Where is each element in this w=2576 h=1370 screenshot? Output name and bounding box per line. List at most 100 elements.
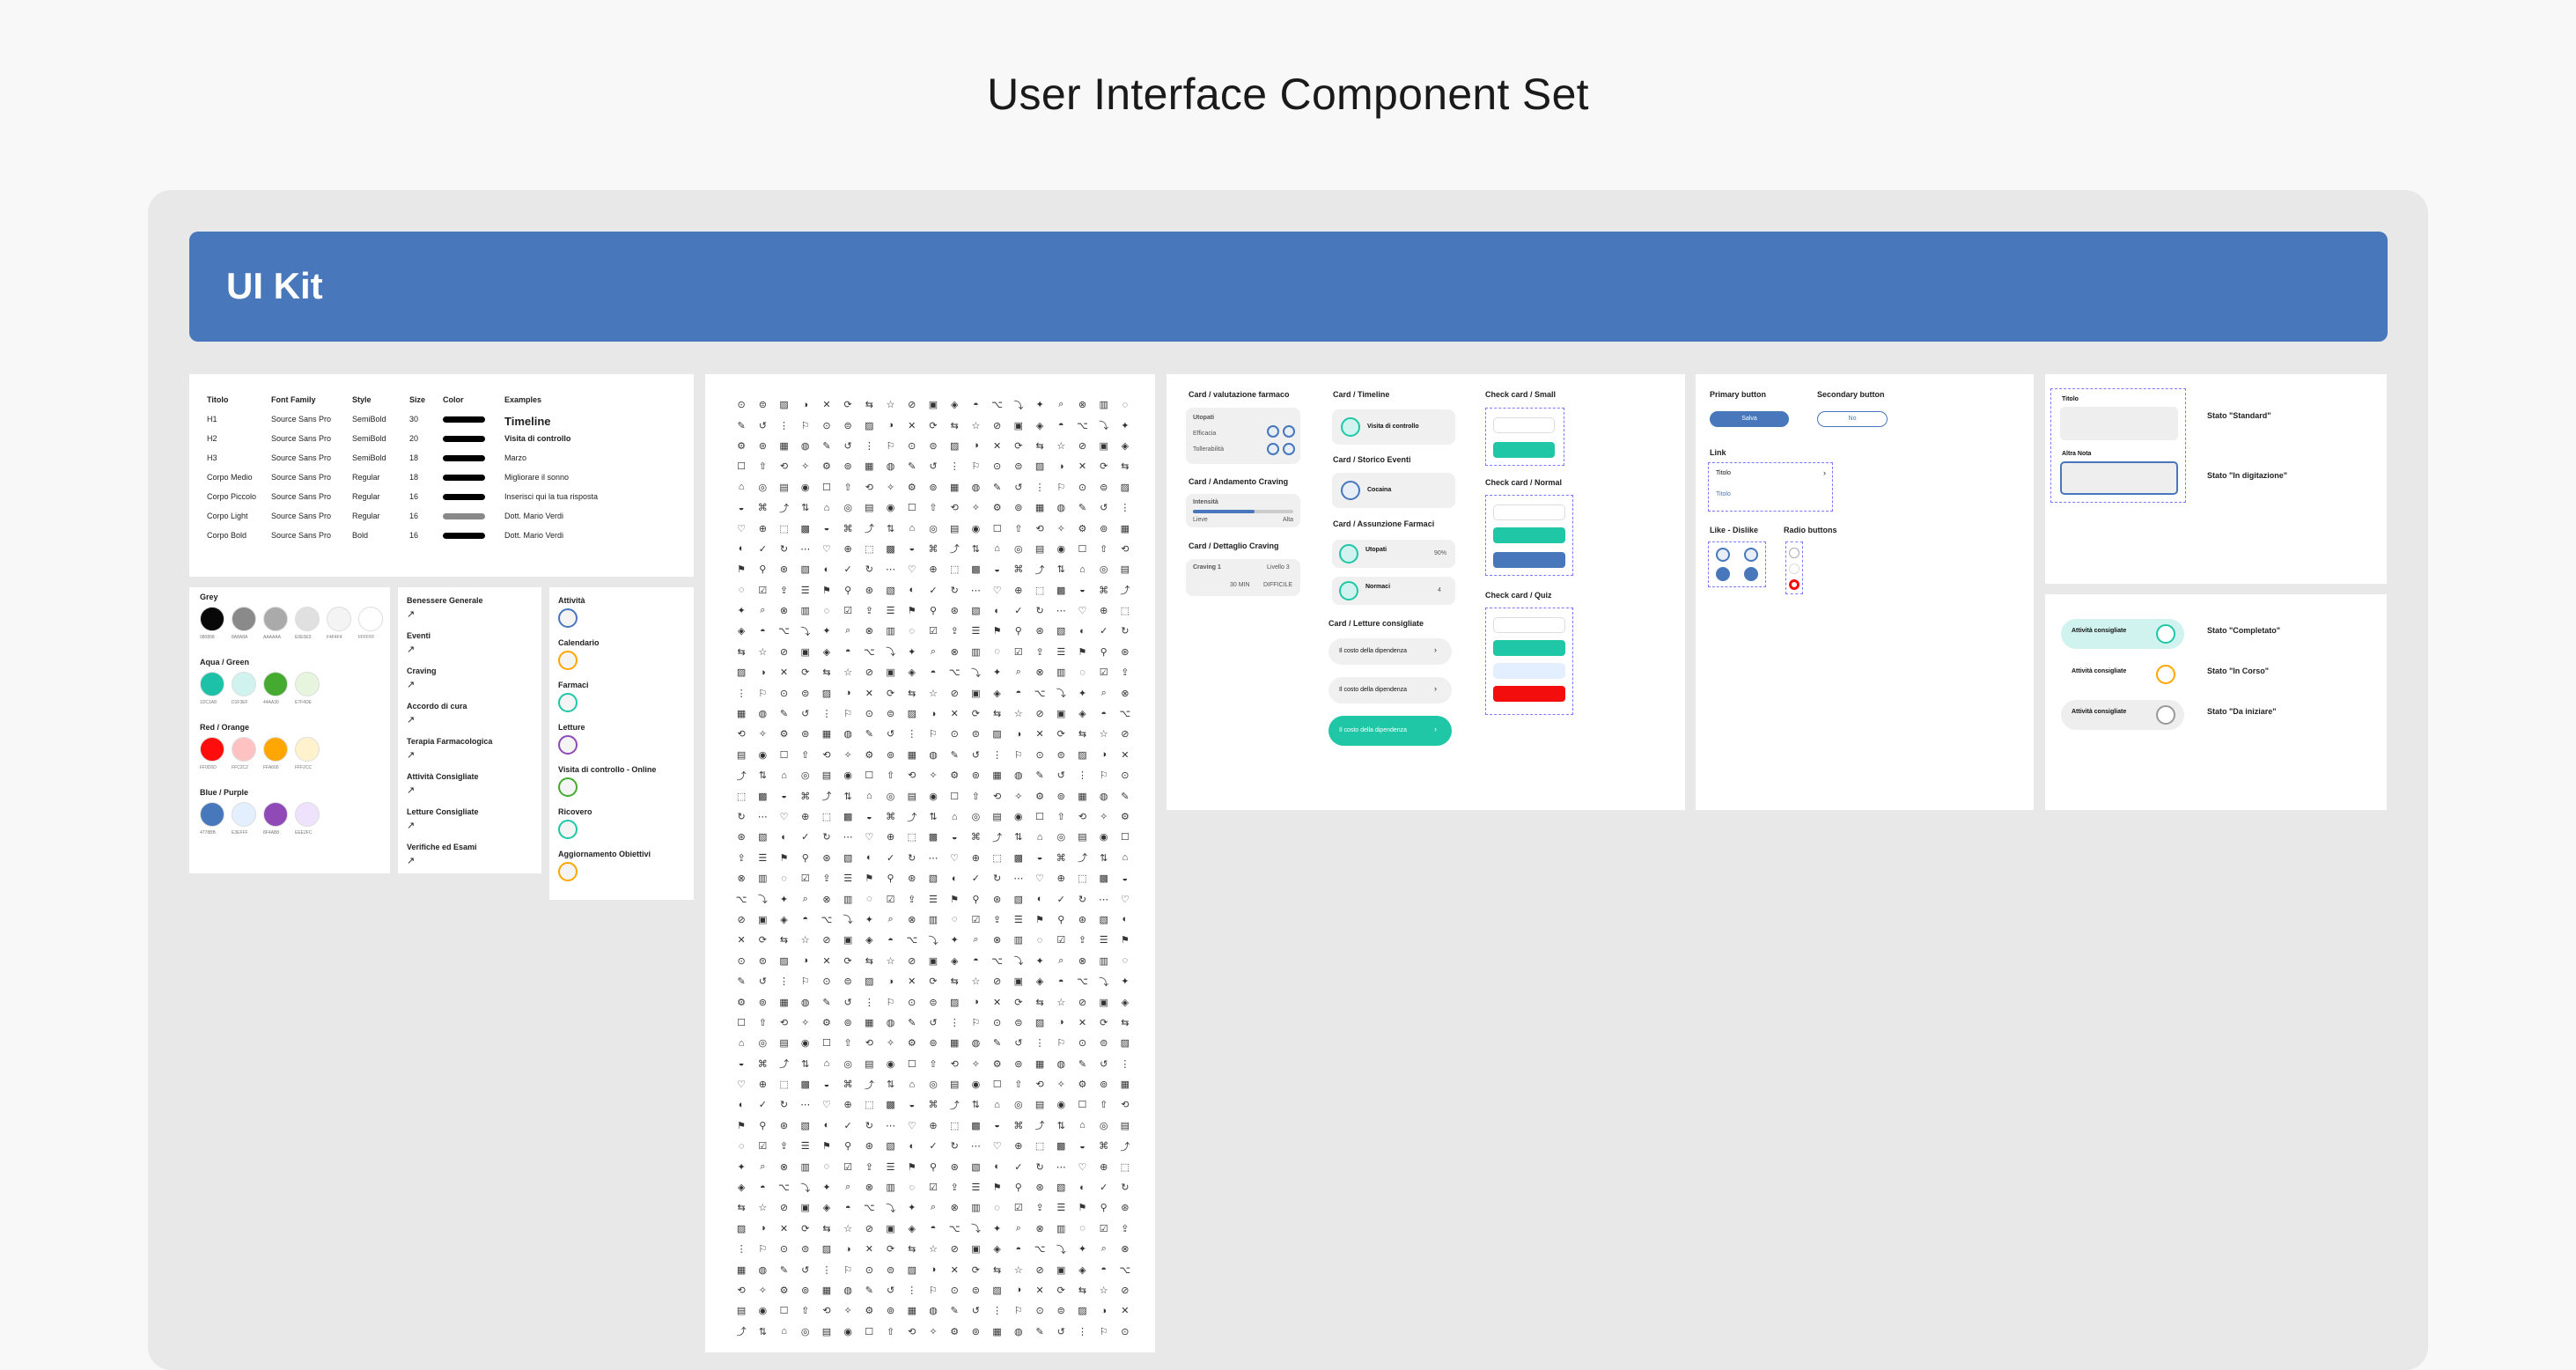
check-card-normal-green[interactable] [1493,527,1565,543]
activity-icon[interactable] [558,693,578,712]
library-icon: ✎ [950,1306,959,1317]
timeline-card[interactable]: Visita di controllo [1332,409,1455,445]
library-icon: ⊕ [801,812,810,822]
library-icon: ☐ [1078,1100,1087,1111]
library-icon: ⚙ [1035,791,1044,802]
library-icon: ⋮ [1077,770,1087,782]
library-icon: ⬚ [779,523,789,534]
activity-icon[interactable] [558,735,578,755]
library-icon: ✎ [908,461,916,473]
library-icon: ⟲ [993,791,1002,802]
attivita-completato[interactable]: Attività consigliate [2061,619,2184,649]
activity-icon[interactable] [558,651,578,670]
library-icon: ✎ [993,1038,1002,1050]
text-link[interactable]: Titolo [1716,491,1731,497]
radio-checked[interactable] [1789,579,1800,590]
library-icon: ⊘ [865,1223,873,1234]
library-icon: ⤴ [1034,1121,1045,1132]
activity-icon[interactable] [558,862,578,881]
library-icon: ☑ [929,1182,938,1194]
library-icon: ⊙ [1121,1326,1130,1337]
activity-label: Visita di controllo - Online [558,765,657,774]
library-icon: ⇧ [929,503,938,514]
library-icon: ▣ [886,1223,895,1234]
library-icon: ⚙ [1078,523,1087,534]
attivita-da-iniziare[interactable]: Attività consigliate [2061,700,2184,730]
library-icon: ⤵ [970,667,981,679]
activity-icon[interactable] [558,777,578,797]
quiz-option-wrong[interactable] [1493,686,1565,702]
library-icon: ◑ [887,976,894,987]
typo-cell: SemiBold [352,434,386,443]
typo-cell: Corpo Bold [207,531,247,540]
thumb-up-icon[interactable] [1267,425,1279,438]
radio-disabled[interactable] [1789,563,1800,574]
library-icon: ☑ [758,1141,768,1153]
library-icon: ✓ [971,873,981,885]
attivita-in-corso[interactable]: Attività consigliate [2061,659,2184,689]
storico-card[interactable]: Cocaina [1332,473,1455,508]
library-icon: ◑ [802,399,809,410]
lettura-item-active[interactable]: Il costo della dipendenza › [1328,716,1452,746]
link-item[interactable]: Titolo [1716,470,1731,476]
color-hex: FFFFFF [358,635,375,640]
thumb-down-filled-icon[interactable] [1744,567,1758,581]
thumb-up-icon[interactable] [1267,443,1279,455]
activity-icon[interactable] [558,608,578,628]
library-icon: ⤴ [779,1059,790,1071]
quiz-option-1[interactable] [1493,617,1565,633]
library-icon: ✎ [950,749,959,761]
library-icon: ⌂ [1122,852,1129,864]
library-icon: ▦ [1078,791,1087,802]
primary-button[interactable]: Salva [1710,411,1789,427]
library-icon: ⊜ [843,976,852,988]
library-icon: ⌘ [1013,1120,1024,1131]
lettura-item-1[interactable]: Il costo della dipendenza › [1328,638,1452,665]
library-icon: ⊜ [801,688,810,699]
color-swatch [263,737,288,762]
secondary-button[interactable]: No [1817,411,1888,427]
radio-unchecked[interactable] [1789,548,1800,558]
check-card-normal-unchecked[interactable] [1493,505,1565,520]
library-icon: ⤴ [864,524,874,535]
lettura-item-2[interactable]: Il costo della dipendenza › [1328,677,1452,703]
library-icon: ◈ [1121,440,1130,452]
library-icon: ⇧ [758,461,767,473]
library-icon: ⇪ [1121,1223,1130,1234]
color-swatch [232,607,256,631]
check-card-small-checked[interactable] [1493,442,1555,458]
assunzione-card-1[interactable]: Utopati 90% [1332,540,1455,568]
text-field-typing[interactable] [2060,461,2178,495]
typo-example: Marzo [504,453,527,462]
library-icon: ▩ [971,564,981,576]
library-icon: ⋮ [736,688,747,699]
quiz-option-correct[interactable] [1493,640,1565,656]
thumb-down-icon[interactable] [1744,548,1758,562]
assunzione-card-2[interactable]: Normaci 4 [1332,577,1455,605]
thumb-up-filled-icon[interactable] [1716,567,1730,581]
library-icon: ▤ [865,503,874,514]
library-icon: ▣ [1056,1264,1066,1276]
library-icon: ◈ [865,935,873,946]
val-row-2: Efficacia [1193,431,1217,437]
color-group-title: Red / Orange [200,723,250,732]
quiz-option-selected[interactable] [1493,663,1565,679]
library-icon: ⤵ [1099,976,1109,988]
library-icon: ✕ [822,955,831,967]
thumb-down-icon[interactable] [1283,443,1295,455]
check-card-normal-blue[interactable] [1493,552,1565,568]
library-icon: ◒ [994,563,1000,575]
library-icon: ⚙ [737,997,747,1008]
library-icon: ◓ [1100,1264,1107,1276]
library-icon: ⇧ [929,1058,938,1070]
library-icon: ✎ [737,420,746,431]
library-icon: ⊗ [1121,688,1130,699]
typo-cell: Source Sans Pro [271,492,332,501]
thumb-up-icon[interactable] [1716,548,1730,562]
activity-icon[interactable] [558,820,578,839]
category-icon: ↗ [407,750,416,761]
banner-title: UI Kit [226,265,323,306]
text-field-standard[interactable] [2060,407,2178,440]
check-card-small-unchecked[interactable] [1493,417,1555,433]
thumb-down-icon[interactable] [1283,425,1295,438]
